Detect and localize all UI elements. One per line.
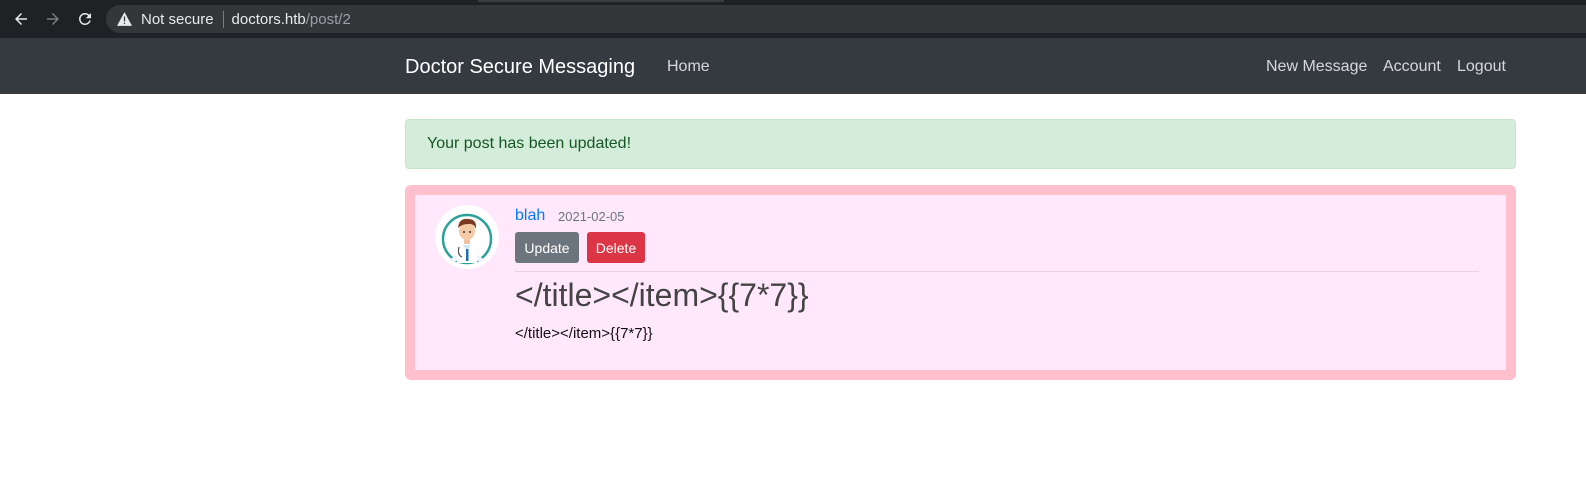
nav-link-home[interactable]: Home bbox=[667, 58, 710, 76]
alert-message: Your post has been updated! bbox=[427, 135, 632, 152]
arrow-left-icon bbox=[15, 13, 27, 25]
security-label[interactable]: Not secure bbox=[141, 11, 214, 28]
nav-link-account[interactable]: Account bbox=[1383, 58, 1441, 76]
address-separator bbox=[222, 10, 224, 28]
delete-button[interactable]: Delete bbox=[587, 232, 645, 263]
forward-button[interactable] bbox=[41, 7, 65, 31]
reload-icon bbox=[79, 12, 91, 25]
post-title: </title></item>{{7*7}} bbox=[515, 277, 809, 313]
url-host[interactable]: doctors.htb bbox=[232, 11, 306, 28]
arrow-right-icon bbox=[47, 13, 59, 25]
post-card: blah 2021-02-05 Update Delete </title></… bbox=[405, 185, 1516, 380]
post-date: 2021-02-05 bbox=[558, 209, 625, 224]
warning-triangle-icon[interactable] bbox=[116, 11, 132, 27]
post-divider bbox=[515, 271, 1479, 272]
nav-link-logout[interactable]: Logout bbox=[1457, 58, 1506, 76]
success-alert: Your post has been updated! bbox=[405, 119, 1516, 169]
url-path[interactable]: /post/2 bbox=[306, 11, 351, 28]
browser-toolbar: Not secure doctors.htb/post/2 bbox=[0, 0, 1586, 38]
address-bar[interactable]: Not secure doctors.htb/post/2 bbox=[106, 5, 1586, 33]
tab-strip-edge bbox=[478, 0, 724, 2]
post-content: </title></item>{{7*7}} bbox=[515, 325, 653, 342]
nav-link-new-message[interactable]: New Message bbox=[1266, 58, 1367, 76]
post-author-link[interactable]: blah bbox=[515, 207, 545, 225]
doctor-avatar-icon bbox=[435, 205, 499, 269]
site-navbar: Doctor Secure Messaging Home New Message… bbox=[0, 38, 1586, 94]
reload-button[interactable] bbox=[73, 7, 97, 31]
back-button[interactable] bbox=[9, 7, 33, 31]
update-button[interactable]: Update bbox=[515, 232, 579, 263]
brand-link[interactable]: Doctor Secure Messaging bbox=[405, 56, 635, 79]
